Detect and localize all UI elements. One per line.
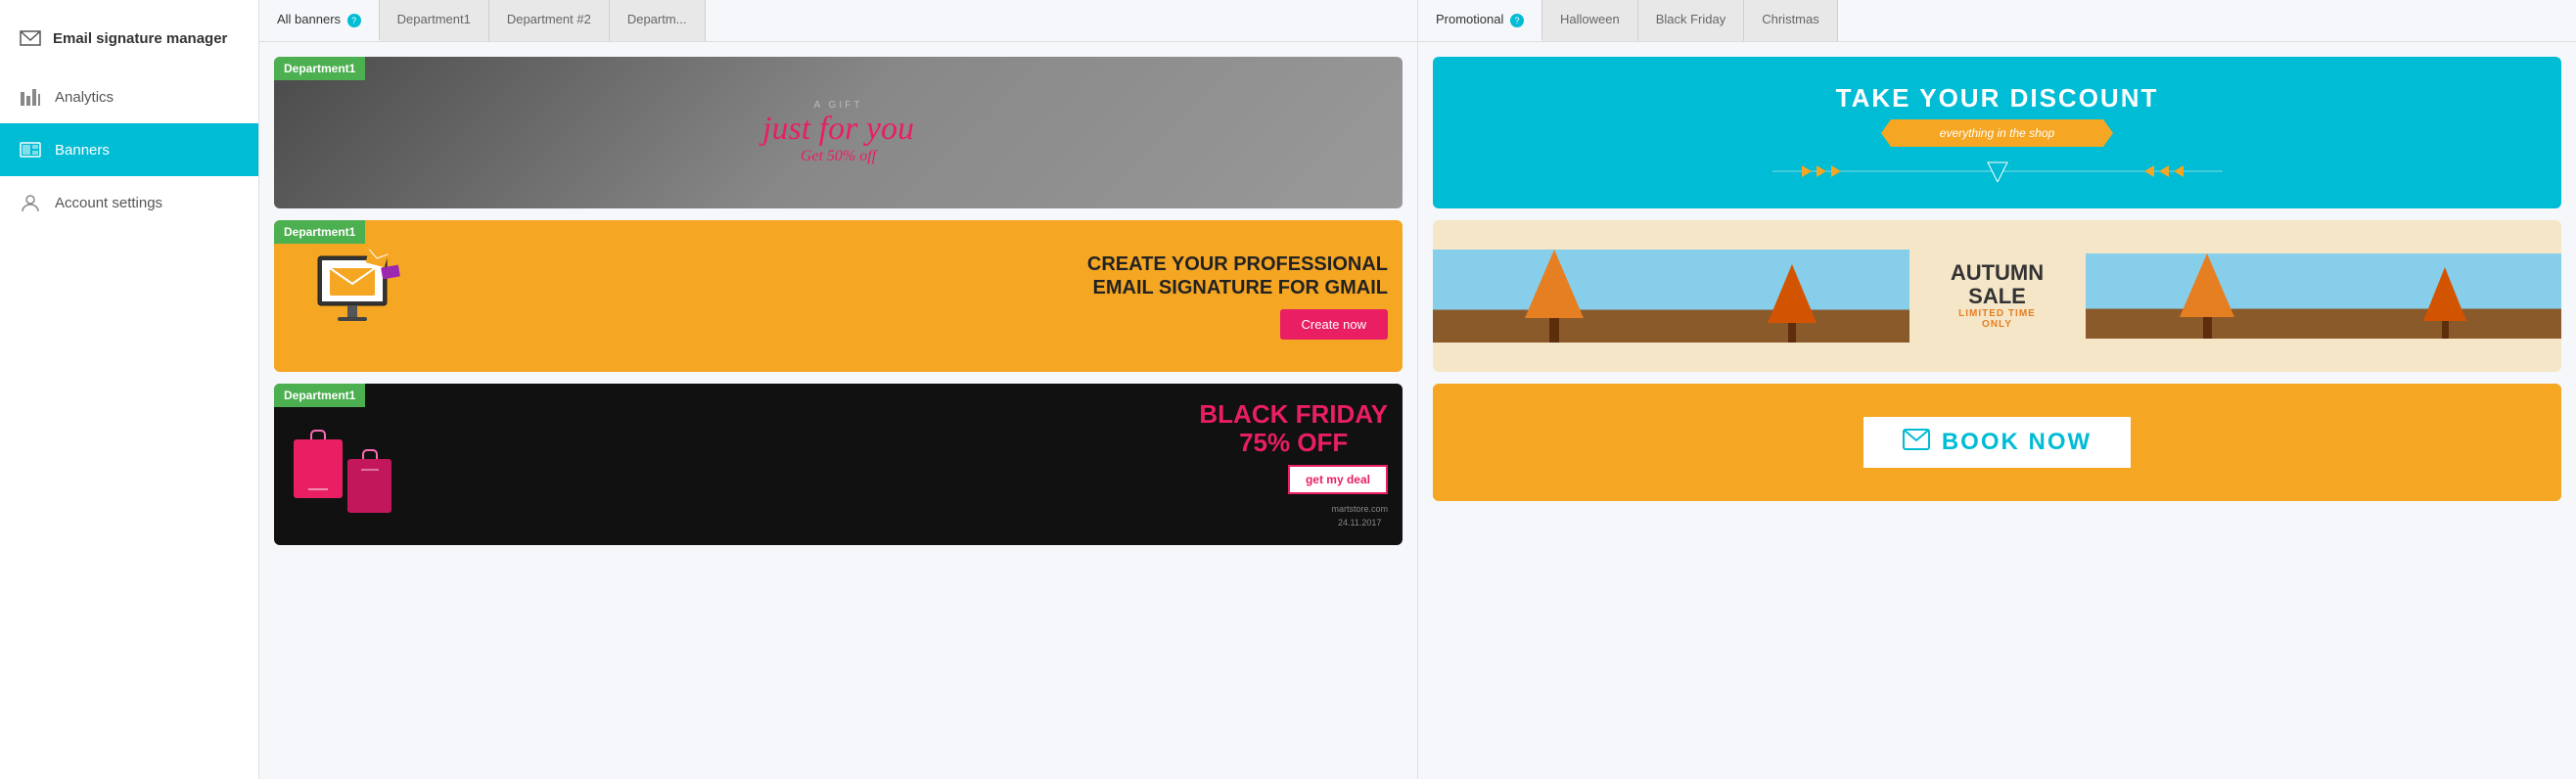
blue-discount-banner-card[interactable]: TAKE YOUR DISCOUNT everything in the sho… (1433, 57, 2561, 208)
booknow-content: BOOK NOW (1433, 384, 2561, 501)
bf-banner-card[interactable]: Department1 (274, 384, 1403, 545)
autumn-trees-left (1433, 250, 1909, 343)
sidebar-logo-item[interactable]: Email signature manager (0, 10, 258, 70)
tab-halloween[interactable]: Halloween (1542, 0, 1638, 41)
main-content: All banners ? Department1 Department #2 … (259, 0, 2576, 779)
bf-banner-right: BLACK FRIDAY 75% OFF get my deal martsto… (411, 390, 1403, 536)
gift-script-text: just for you (762, 111, 914, 148)
bf-store-text: martstore.com (1331, 504, 1388, 514)
autumn-sale-subtitle: LIMITED TIME ONLY (1958, 308, 2036, 330)
booknow-right-notch (2532, 384, 2561, 501)
blue-discount-content: TAKE YOUR DISCOUNT everything in the sho… (1433, 69, 2561, 197)
tab-department-more[interactable]: Departm... (610, 0, 706, 41)
autumn-banner-card[interactable]: AUTUMN SALE LIMITED TIME ONLY (1433, 220, 2561, 372)
sidebar-analytics-label: Analytics (55, 89, 114, 106)
email-banner-title: CREATE YOUR PROFESSIONAL EMAIL SIGNATURE… (1087, 252, 1388, 299)
sidebar-item-account-settings[interactable]: Account settings (0, 176, 258, 229)
booknow-email-icon (1903, 429, 1930, 456)
bf-title: BLACK FRIDAY 75% OFF (1199, 400, 1388, 456)
email-dept-badge: Department1 (274, 220, 365, 244)
autumn-sale-center: AUTUMN SALE LIMITED TIME ONLY (1909, 252, 2086, 340)
bf-banner-text: BLACK FRIDAY 75% OFF (1199, 400, 1388, 456)
gift-dept-badge: Department1 (274, 57, 365, 80)
email-banner-left (274, 237, 431, 354)
blue-subtitle: everything in the shop (1940, 126, 2054, 140)
shopping-bags-illustration (294, 430, 391, 498)
right-panel: Promotional ? Halloween Black Friday Chr… (1418, 0, 2576, 779)
left-panel-content: Department1 A GIFT just for you Get 50% … (259, 42, 1417, 779)
sidebar-item-analytics[interactable]: Analytics (0, 70, 258, 123)
email-manager-icon (20, 27, 41, 49)
promotional-help-icon[interactable]: ? (1510, 14, 1524, 27)
bf-dept-badge: Department1 (274, 384, 365, 407)
tab-christmas[interactable]: Christmas (1744, 0, 1838, 41)
bf-deal-button[interactable]: get my deal (1288, 465, 1388, 494)
sidebar-account-label: Account settings (55, 195, 162, 211)
booknow-left-notch (1433, 384, 1462, 501)
blue-discount-title: TAKE YOUR DISCOUNT (1448, 83, 2547, 114)
blue-ribbon: everything in the shop (1891, 119, 2103, 147)
analytics-icon (20, 86, 41, 108)
booknow-label: BOOK NOW (1942, 429, 2092, 456)
left-panel: All banners ? Department1 Department #2 … (259, 0, 1418, 779)
autumn-trees-right (2086, 253, 2562, 339)
sidebar: Email signature manager Analytics Banner… (0, 0, 259, 779)
left-panel-tabs: All banners ? Department1 Department #2 … (259, 0, 1417, 42)
gift-banner-content: A GIFT just for you Get 50% off (753, 90, 924, 175)
gift-banner-card[interactable]: Department1 A GIFT just for you Get 50% … (274, 57, 1403, 208)
tab-department2[interactable]: Department #2 (489, 0, 610, 41)
booknow-box: BOOK NOW (1863, 417, 2131, 468)
email-create-now-button[interactable]: Create now (1280, 309, 1388, 340)
gift-small-text: A GIFT (762, 100, 914, 111)
autumn-sale-title: AUTUMN SALE (1951, 261, 2044, 308)
banners-icon (20, 139, 41, 160)
computer-illustration-icon (289, 247, 416, 344)
blue-arrows-decoration (1772, 160, 2223, 182)
tab-black-friday[interactable]: Black Friday (1638, 0, 1745, 41)
gift-off-text: Get 50% off (762, 148, 914, 165)
bf-store-info: martstore.com 24.11.2017 (1331, 500, 1388, 527)
email-banner-card[interactable]: Department1 (274, 220, 1403, 372)
booknow-banner-card[interactable]: BOOK NOW (1433, 384, 2561, 501)
email-banner-right: CREATE YOUR PROFESSIONAL EMAIL SIGNATURE… (431, 243, 1403, 349)
right-panel-tabs: Promotional ? Halloween Black Friday Chr… (1418, 0, 2576, 42)
bf-date-text: 24.11.2017 (1331, 518, 1388, 527)
account-settings-icon (20, 192, 41, 213)
tab-all-banners[interactable]: All banners ? (259, 0, 380, 41)
right-panel-content: TAKE YOUR DISCOUNT everything in the sho… (1418, 42, 2576, 779)
sidebar-banners-label: Banners (55, 142, 110, 159)
all-banners-help-icon[interactable]: ? (347, 14, 361, 27)
bf-banner-left (274, 430, 411, 498)
sidebar-item-banners[interactable]: Banners (0, 123, 258, 176)
tab-promotional[interactable]: Promotional ? (1418, 0, 1542, 41)
sidebar-logo-text: Email signature manager (53, 30, 227, 47)
blue-arrows-row (1448, 160, 2547, 182)
panels-container: All banners ? Department1 Department #2 … (259, 0, 2576, 779)
tab-department1[interactable]: Department1 (380, 0, 489, 41)
